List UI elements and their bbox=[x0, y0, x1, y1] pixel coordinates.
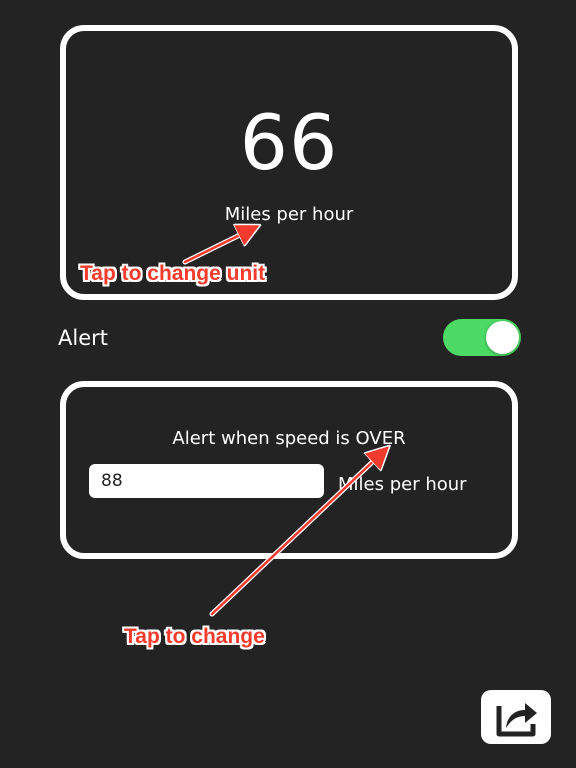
annotation-tap-to-change-unit: Tap to change unit bbox=[80, 262, 266, 285]
threshold-speed-input[interactable] bbox=[89, 464, 324, 498]
speed-value: 66 bbox=[239, 98, 339, 187]
threshold-unit-label: Miles per hour bbox=[338, 474, 467, 495]
share-button[interactable] bbox=[481, 690, 551, 744]
speed-unit-label[interactable]: Miles per hour bbox=[66, 203, 512, 227]
alert-toggle[interactable] bbox=[443, 319, 521, 356]
annotation-tap-to-change: Tap to change bbox=[124, 625, 265, 648]
speed-display-card[interactable]: 66 Miles per hour bbox=[60, 25, 518, 300]
alert-toggle-knob bbox=[486, 321, 519, 354]
alert-label: Alert bbox=[58, 326, 108, 350]
share-icon bbox=[496, 703, 537, 737]
alert-threshold-title: Alert when speed is OVER bbox=[172, 428, 406, 449]
alert-threshold-card: Alert when speed is OVER Miles per hour bbox=[60, 381, 518, 559]
